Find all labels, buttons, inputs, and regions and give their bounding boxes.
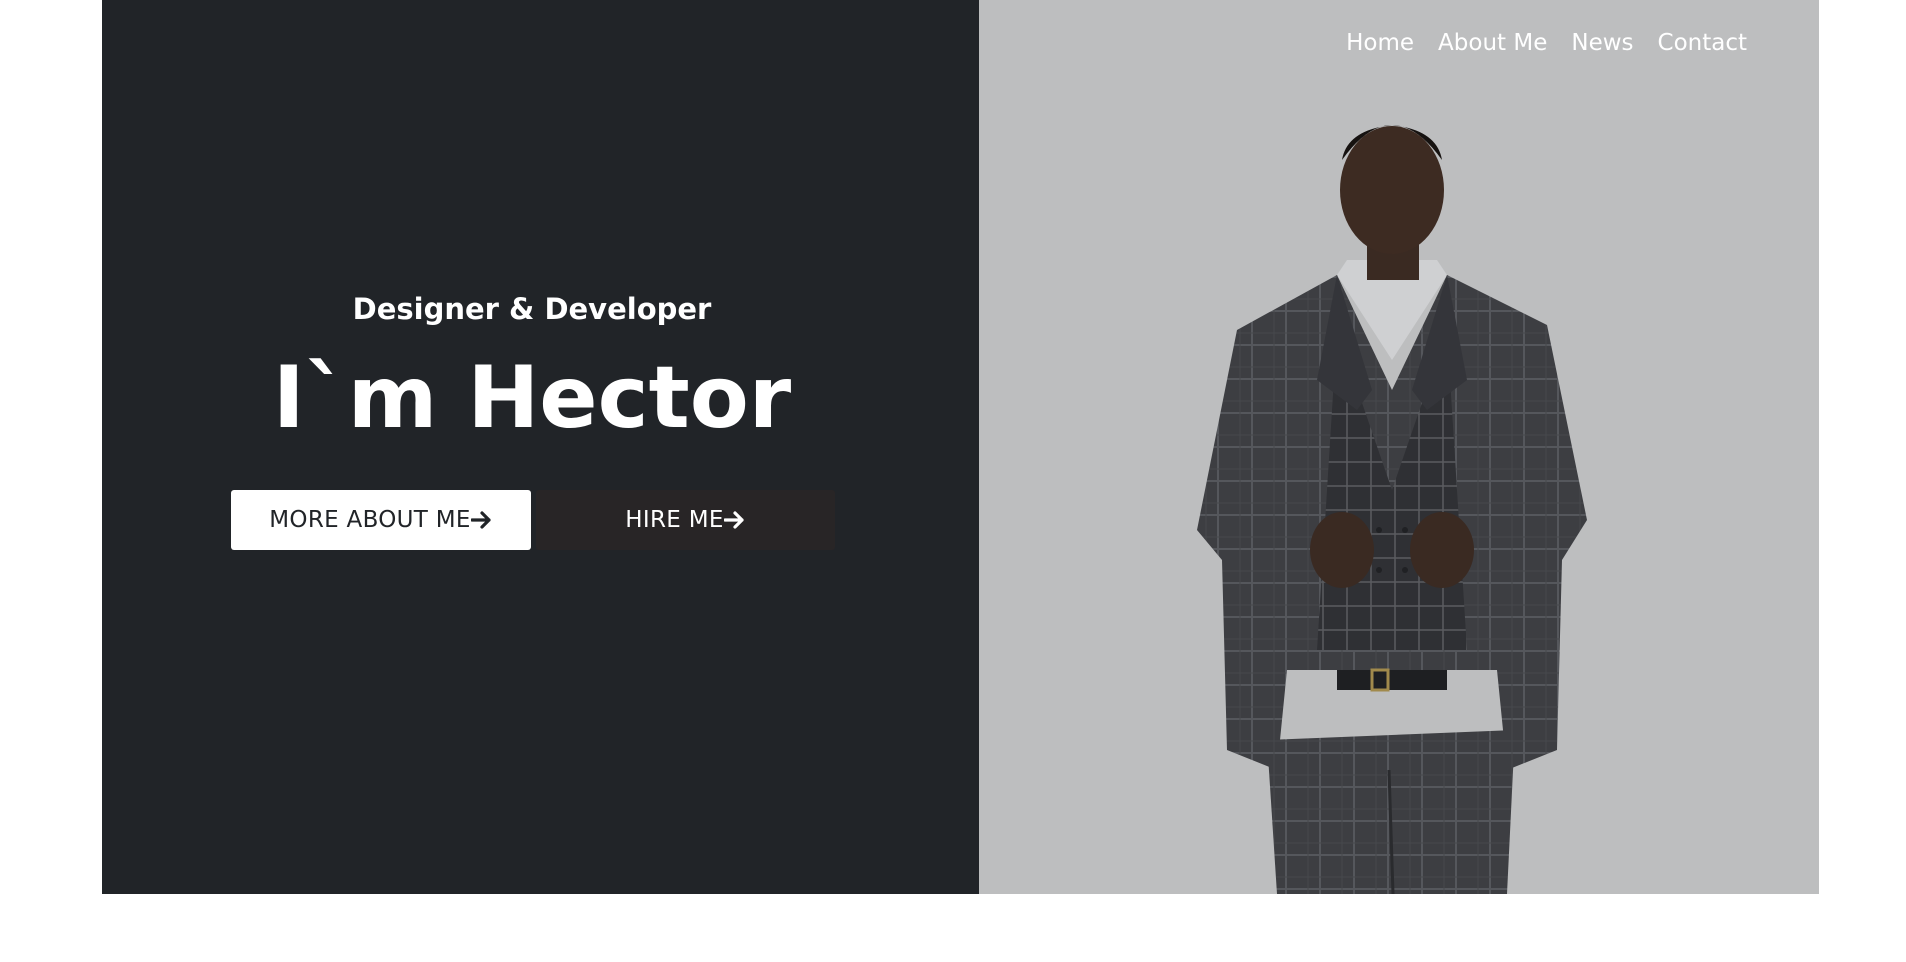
arrow-right-icon <box>470 511 491 529</box>
nav-item-contact[interactable]: Contact <box>1658 30 1747 56</box>
hire-me-button[interactable]: HIRE ME <box>536 490 835 550</box>
portrait-image <box>1197 125 1587 894</box>
hero-intro-panel: Designer & Developer I`m Hector MORE ABO… <box>102 0 979 894</box>
page: Designer & Developer I`m Hector MORE ABO… <box>0 0 1906 962</box>
hero-title: I`m Hector <box>272 348 792 448</box>
hero-section: Designer & Developer I`m Hector MORE ABO… <box>102 0 1819 894</box>
more-about-me-button[interactable]: MORE ABOUT ME <box>231 490 531 550</box>
main-nav: Home About Me News Contact <box>1346 30 1747 56</box>
hire-me-label: HIRE ME <box>625 507 724 533</box>
nav-item-news[interactable]: News <box>1571 30 1633 56</box>
arrow-right-icon <box>723 511 744 529</box>
hero-subtitle: Designer & Developer <box>352 292 712 326</box>
nav-item-home[interactable]: Home <box>1346 30 1414 56</box>
nav-item-about-me[interactable]: About Me <box>1438 30 1547 56</box>
hero-photo-panel: Home About Me News Contact <box>979 0 1819 894</box>
more-about-me-label: MORE ABOUT ME <box>269 507 471 533</box>
